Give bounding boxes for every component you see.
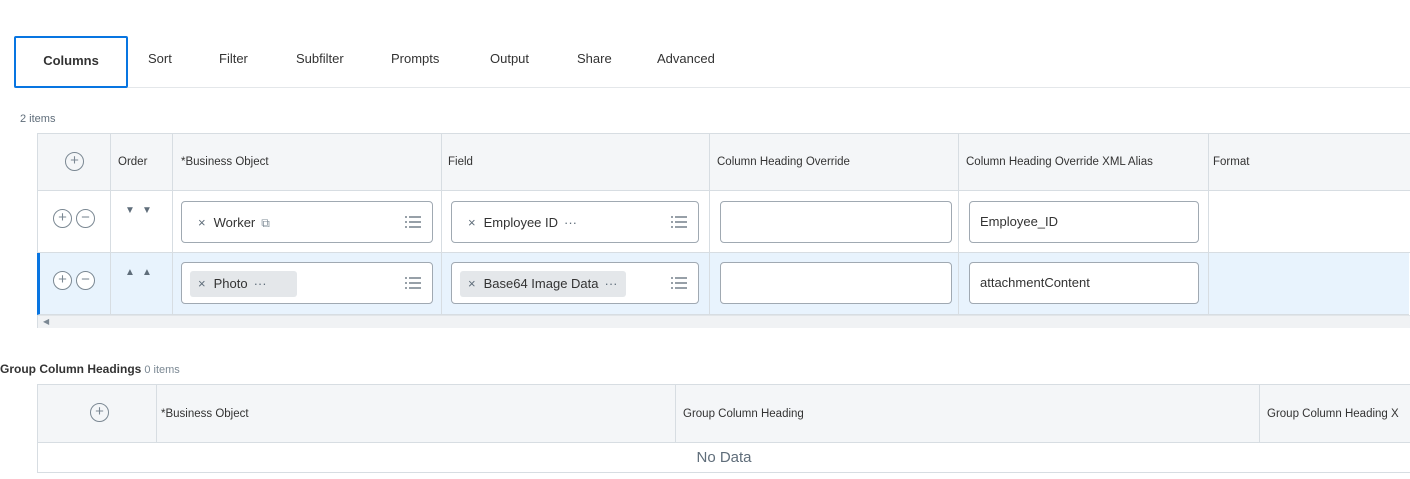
tab-output[interactable]: Output [490, 36, 529, 88]
list-icon[interactable] [404, 213, 422, 231]
minus-circle-icon[interactable]: − [76, 271, 95, 290]
column-divider [675, 385, 676, 443]
list-icon[interactable] [404, 274, 422, 292]
column-divider [110, 134, 111, 315]
header-business-object: *Business Object [181, 156, 269, 168]
tab-prompts[interactable]: Prompts [391, 36, 439, 88]
field-prompt[interactable]: × Employee ID ··· [451, 201, 699, 243]
tab-subfilter[interactable]: Subfilter [296, 36, 344, 88]
pill-label: Worker [213, 215, 256, 230]
columns-table: + Order *Business Object Field Column He… [37, 133, 1410, 328]
table-header: + *Business Object Group Column Heading … [38, 385, 1410, 443]
column-divider [172, 134, 173, 315]
ellipsis-icon[interactable]: ··· [564, 215, 577, 230]
pill-label: Employee ID [483, 215, 559, 230]
pill-label: Base64 Image Data [483, 276, 599, 291]
column-divider [156, 385, 157, 443]
header-format: Format [1213, 156, 1250, 168]
column-heading-override-input[interactable] [720, 262, 952, 304]
list-icon[interactable] [670, 274, 688, 292]
tab-bar: Columns Sort Filter Subfilter Prompts Ou… [14, 36, 1410, 88]
external-link-icon[interactable]: ⧉ [261, 216, 270, 230]
ellipsis-icon[interactable]: ··· [605, 276, 618, 291]
plus-circle-icon[interactable]: + [53, 271, 72, 290]
business-object-prompt[interactable]: × Worker ⧉ [181, 201, 433, 243]
scroll-left-icon[interactable]: ◀ [43, 316, 49, 328]
header-group-xml-alias: Group Column Heading X [1267, 408, 1399, 420]
items-count: 0 items [144, 364, 180, 376]
header-group-column-heading: Group Column Heading [683, 408, 804, 420]
move-top-icon[interactable]: ▲ [142, 267, 152, 278]
column-heading-override-input[interactable] [720, 201, 952, 243]
header-column-heading-override: Column Heading Override [717, 156, 850, 168]
section-title: Group Column Headings [0, 362, 142, 376]
x-icon[interactable]: × [468, 276, 476, 291]
table-row-selected: + − ▲ ▲ × Photo ··· × Base64 Image Data ··· … [37, 253, 1409, 315]
move-up-icon[interactable]: ▲ [125, 267, 135, 278]
ellipsis-icon[interactable]: ··· [254, 276, 267, 291]
column-divider [1208, 134, 1209, 315]
business-object-prompt[interactable]: × Photo ··· [181, 262, 433, 304]
x-icon[interactable]: × [468, 215, 476, 230]
table-row: + − ▼ ▼ × Worker ⧉ × Employee ID ··· Employe… [38, 191, 1410, 253]
column-divider [441, 134, 442, 315]
header-business-object: *Business Object [161, 408, 249, 420]
table-header: + Order *Business Object Field Column He… [38, 134, 1410, 191]
column-divider [709, 134, 710, 315]
move-down-icon[interactable]: ▼ [142, 205, 152, 216]
group-column-headings-table: + *Business Object Group Column Heading … [37, 384, 1410, 473]
no-data-message: No Data [696, 449, 752, 466]
plus-circle-icon[interactable]: + [53, 209, 72, 228]
pill-label: Photo [213, 276, 248, 291]
header-xml-alias: Column Heading Override XML Alias [966, 156, 1153, 168]
plus-circle-icon[interactable]: + [90, 403, 109, 422]
tab-share[interactable]: Share [577, 36, 612, 88]
business-object-pill[interactable]: × Photo ··· [190, 271, 297, 297]
x-icon[interactable]: × [198, 276, 206, 291]
list-icon[interactable] [670, 213, 688, 231]
move-bottom-icon[interactable]: ▼ [125, 205, 135, 216]
xml-alias-input[interactable]: Employee_ID [969, 201, 1199, 243]
items-count: 2 items [20, 113, 56, 125]
header-field: Field [448, 156, 473, 168]
tab-advanced[interactable]: Advanced [657, 36, 715, 88]
xml-alias-input[interactable]: attachmentContent [969, 262, 1199, 304]
field-pill[interactable]: × Employee ID ··· [460, 210, 585, 236]
plus-circle-icon[interactable]: + [65, 152, 84, 171]
field-pill[interactable]: × Base64 Image Data ··· [460, 271, 626, 297]
column-divider [1259, 385, 1260, 443]
tab-sort[interactable]: Sort [148, 36, 172, 88]
horizontal-scrollbar[interactable]: ◀ [38, 315, 1410, 328]
tab-filter[interactable]: Filter [219, 36, 248, 88]
column-divider [958, 134, 959, 315]
field-prompt[interactable]: × Base64 Image Data ··· [451, 262, 699, 304]
minus-circle-icon[interactable]: − [76, 209, 95, 228]
tab-columns[interactable]: Columns [14, 36, 128, 88]
header-order: Order [118, 156, 148, 168]
business-object-pill[interactable]: × Worker ⧉ [190, 210, 278, 236]
x-icon[interactable]: × [198, 215, 206, 230]
group-column-headings-title: Group Column Headings 0 items [0, 362, 180, 376]
